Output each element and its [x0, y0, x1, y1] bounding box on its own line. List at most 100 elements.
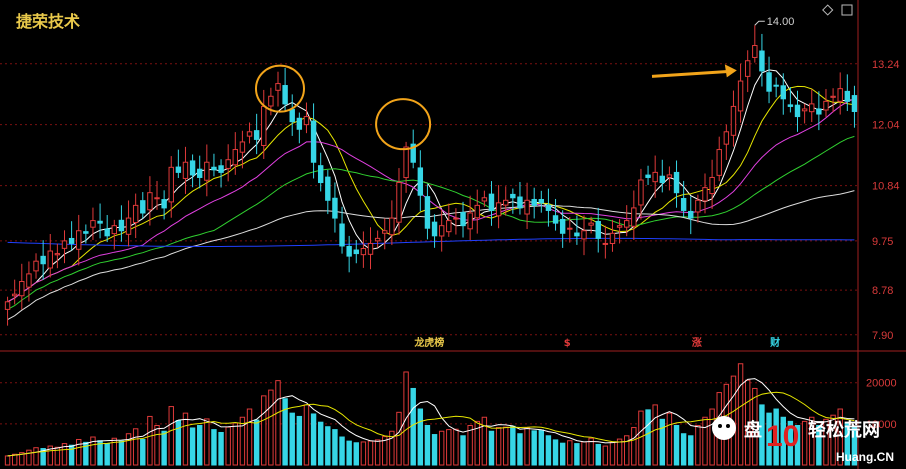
volume-bar: [268, 389, 274, 466]
volume-bar: [524, 427, 530, 466]
volume-bar: [588, 437, 594, 466]
volume-bar: [481, 416, 488, 466]
candle-body: [666, 174, 673, 178]
volume-bar: [495, 427, 502, 466]
candle-body: [581, 230, 587, 240]
candle-body: [275, 83, 281, 91]
candle-body: [752, 45, 758, 58]
candle-body: [33, 260, 39, 272]
candle-body: [310, 120, 317, 163]
candle-body: [374, 237, 381, 242]
candle-body: [125, 217, 132, 235]
volume-bar: [673, 424, 680, 466]
candle-body: [175, 166, 182, 173]
volume-bar: [559, 442, 566, 466]
candle-body: [766, 72, 772, 92]
volume-bar: [652, 404, 658, 466]
candle-body: [26, 273, 32, 288]
candle-body: [801, 108, 808, 112]
candle-body: [545, 204, 552, 211]
candle-body: [396, 182, 402, 223]
watermark-text-right: 轻松荒网: [808, 419, 880, 441]
candle-body: [481, 197, 488, 202]
volume-tick-label: 20000: [866, 378, 897, 390]
volume-bar: [453, 428, 459, 466]
chart-annotations: 14.00: [254, 16, 795, 151]
volume-bar: [332, 429, 338, 466]
event-marker: 龙虎榜: [413, 336, 444, 349]
volume-bar: [33, 447, 39, 466]
candle-body: [680, 198, 687, 211]
candle-body: [360, 248, 367, 256]
candle-body: [431, 221, 438, 237]
volume-bar: [545, 435, 552, 466]
candle-body: [147, 192, 153, 211]
volume-bar: [104, 443, 110, 466]
candle-body: [61, 240, 68, 249]
ma20-line: [7, 98, 855, 303]
candle-body: [68, 237, 75, 244]
candle-body: [616, 225, 623, 228]
candle-body: [111, 225, 118, 235]
volume-bar: [76, 438, 82, 466]
candle-body: [317, 165, 324, 184]
price-tick-label: 12.04: [872, 120, 900, 132]
window-icon: [841, 4, 853, 16]
volume-bar: [225, 426, 231, 466]
candle-body: [424, 196, 431, 229]
diamond-icon: [822, 4, 834, 16]
volume-bar: [275, 380, 281, 466]
volume-bar: [659, 418, 665, 466]
candle-body: [339, 223, 345, 247]
candle-body: [809, 103, 815, 113]
candle-body: [787, 104, 794, 107]
candle-body: [296, 117, 303, 130]
candle-body: [132, 204, 139, 223]
event-marker: 财: [769, 336, 780, 349]
volume-bar: [503, 426, 509, 466]
watermark-number: 10: [766, 420, 799, 453]
volume-bar: [140, 438, 146, 466]
volume-bar: [552, 439, 559, 466]
volume-bar: [339, 436, 345, 466]
price-tick-label: 13.24: [872, 59, 900, 71]
candle-body: [232, 149, 238, 166]
volume-bar: [232, 422, 238, 466]
volume-bar: [702, 416, 708, 466]
volume-bar: [396, 411, 402, 466]
candle-body: [438, 225, 445, 237]
candle-body: [602, 242, 609, 245]
candle-body: [11, 293, 18, 297]
candle-body: [609, 232, 616, 245]
peak-pointer: [754, 20, 765, 26]
candle-body: [780, 85, 786, 100]
wechat-icon-eye: [718, 424, 722, 428]
candle-body: [189, 160, 196, 176]
candle-body: [417, 167, 424, 196]
candle-body: [524, 199, 530, 215]
volume-bar: [218, 431, 224, 466]
candle-body: [118, 219, 125, 232]
candle-body: [709, 176, 715, 195]
candle-body: [567, 227, 573, 230]
volume-bar: [353, 442, 359, 466]
wechat-icon: [712, 416, 736, 440]
candle-body: [702, 187, 708, 202]
candle-body: [140, 200, 146, 214]
candle-body: [90, 220, 96, 228]
candle-body: [830, 95, 836, 98]
volume-bar: [168, 406, 174, 466]
candle-body: [161, 199, 167, 209]
candle-body: [759, 50, 765, 72]
candle-body: [744, 60, 751, 77]
candle-body: [517, 196, 523, 209]
candle-body: [104, 228, 110, 237]
watermark-text-left: 盘: [744, 419, 762, 441]
candle-body: [695, 199, 701, 213]
volume-bar: [118, 440, 125, 466]
candle-body: [211, 166, 217, 171]
volume-bar: [204, 418, 210, 466]
volume-bar: [303, 404, 310, 466]
volume-bar: [488, 430, 495, 466]
peak-label: 14.00: [767, 16, 795, 28]
